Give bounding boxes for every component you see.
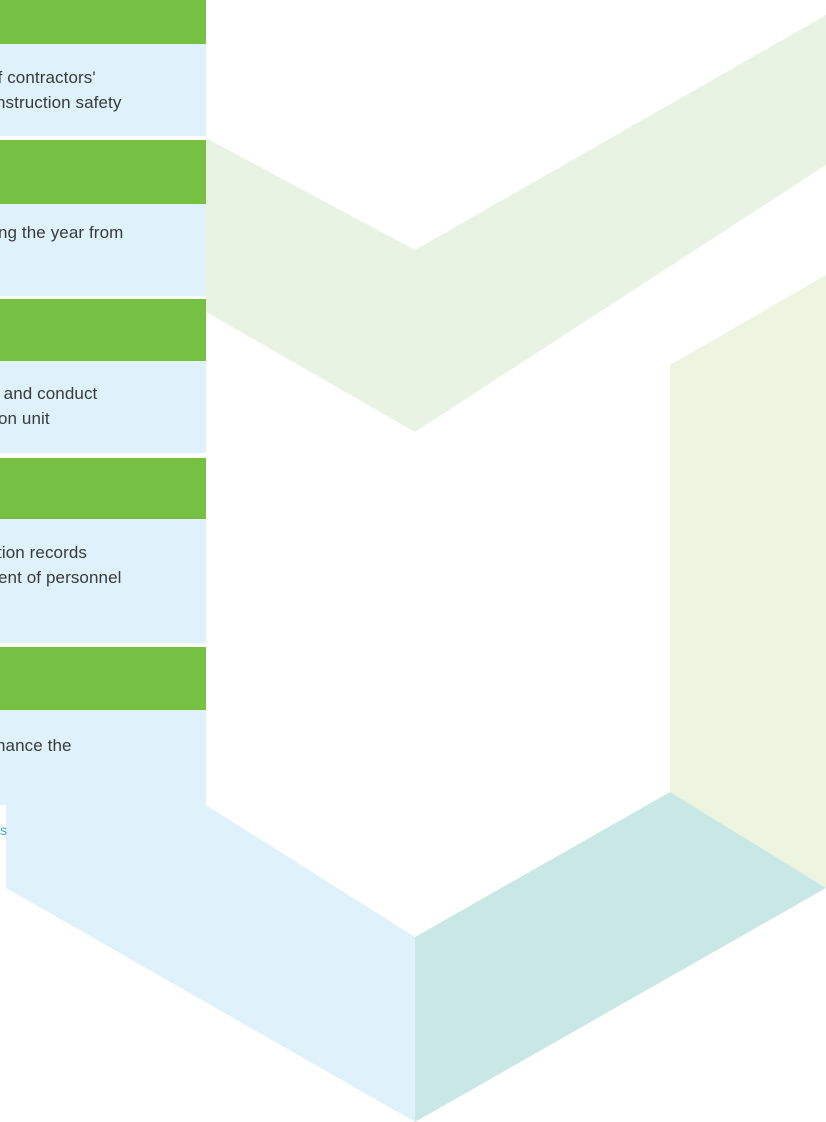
panel-text-line: ent of personnel: [0, 568, 122, 587]
panel-text-line: nstruction safety: [0, 93, 122, 112]
panel-header-bar: [0, 647, 206, 710]
info-panel-5: hance the: [0, 647, 206, 805]
panel-header-bar: [0, 0, 206, 44]
info-panel-2: ng the year from: [0, 140, 206, 296]
panel-text-line: hance the: [0, 736, 72, 755]
panel-text-line: on unit: [0, 409, 50, 428]
right-pillar-shape: [670, 275, 826, 888]
panel-text-box: hance the: [0, 710, 206, 805]
panel-text-line: ng the year from: [0, 223, 124, 242]
info-panel-4: tion records ent of personnel: [0, 458, 206, 643]
lower-left-block-shape: [6, 805, 415, 1122]
panel-text-box: , and conduct on unit: [0, 361, 206, 453]
info-panel-1: of contractors' nstruction safety: [0, 0, 206, 136]
panel-text-line: tion records: [0, 543, 88, 562]
panel-text-box: of contractors' nstruction safety: [0, 44, 206, 136]
info-panel-3: , and conduct on unit: [0, 299, 206, 453]
link-text-fragment[interactable]: s: [0, 822, 7, 838]
panel-text-box: tion records ent of personnel: [0, 519, 206, 643]
panel-text-box: ng the year from: [0, 204, 206, 296]
panel-header-bar: [0, 140, 206, 204]
panel-header-bar: [0, 299, 206, 361]
panel-text-line: of contractors': [0, 68, 96, 87]
panel-header-bar: [0, 458, 206, 519]
panel-text-line: , and conduct: [0, 384, 98, 403]
